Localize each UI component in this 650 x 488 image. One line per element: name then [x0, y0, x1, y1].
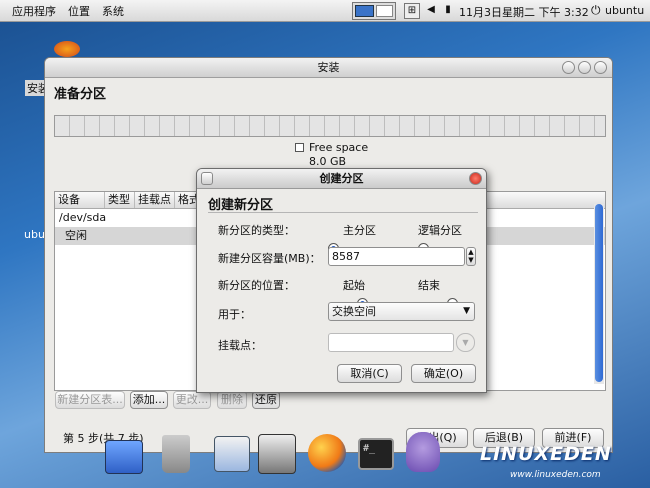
trash-icon[interactable]	[162, 435, 190, 473]
change-partition-button[interactable]: 更改...	[173, 391, 211, 409]
minimize-icon[interactable]	[562, 61, 575, 74]
apps-grid-icon[interactable]	[105, 440, 143, 474]
col-mount[interactable]: 挂载点	[135, 192, 175, 208]
menu-system[interactable]: 系统	[96, 3, 130, 19]
terminal-icon[interactable]: #_	[358, 438, 394, 470]
dialog-heading: 创建新分区	[208, 198, 274, 213]
free-space-label: Free space	[309, 141, 369, 154]
dialog-titlebar[interactable]: 创建分区	[197, 169, 486, 189]
create-partition-dialog: 创建分区 创建新分区 新分区的类型： 主分区 逻辑分区 新建分区容量(MB)： …	[196, 168, 487, 393]
user-name[interactable]: ubuntu	[605, 4, 644, 17]
free-space-size: 8.0 GB	[309, 155, 347, 168]
table-scrollbar[interactable]	[594, 204, 604, 384]
menu-applications[interactable]: 应用程序	[6, 3, 62, 19]
clock[interactable]: 11月3日星期二 下午 3:32	[459, 4, 589, 20]
dialog-close-icon[interactable]	[469, 172, 482, 185]
delete-partition-button[interactable]: 删除	[217, 391, 247, 409]
mount-dropdown-icon[interactable]: ▼	[456, 333, 475, 352]
pos-begin-label[interactable]: 起始	[343, 277, 365, 293]
position-label: 新分区的位置：	[218, 279, 295, 292]
revert-button[interactable]: 还原	[252, 391, 280, 409]
battery-icon[interactable]: ▮	[440, 3, 456, 19]
type-primary-label[interactable]: 主分区	[343, 222, 376, 238]
page-heading: 准备分区	[54, 87, 107, 102]
ok-button[interactable]: 确定(O)	[411, 364, 476, 383]
close-icon[interactable]	[594, 61, 607, 74]
workspace-1[interactable]	[355, 5, 374, 17]
size-input[interactable]: 8587	[328, 247, 465, 266]
installer-title: 安装	[317, 61, 340, 74]
installer-titlebar[interactable]: 安装	[45, 58, 612, 78]
volume-icon[interactable]: ◀	[423, 3, 439, 19]
menu-places[interactable]: 位置	[62, 3, 96, 19]
type-logical-label[interactable]: 逻辑分区	[418, 222, 462, 238]
mount-input[interactable]	[328, 333, 454, 352]
use-select-value: 交换空间	[332, 305, 376, 318]
use-label: 用于：	[218, 308, 251, 321]
mount-label: 挂载点：	[218, 339, 262, 352]
add-partition-button[interactable]: 添加...	[130, 391, 168, 409]
pos-end-label[interactable]: 结束	[418, 277, 440, 293]
linuxeden-url: www.linuxeden.com	[510, 470, 601, 480]
dialog-menu-icon[interactable]	[201, 172, 213, 185]
size-spinner[interactable]: ▲ ▼	[466, 247, 476, 266]
col-device[interactable]: 设备	[55, 192, 105, 208]
cancel-button[interactable]: 取消(C)	[337, 364, 402, 383]
scrollbar-thumb[interactable]	[595, 204, 603, 382]
cabinet-icon[interactable]	[258, 434, 296, 474]
linuxeden-logo: LINUXEDEN	[480, 443, 612, 465]
dialog-title: 创建分区	[319, 172, 364, 185]
type-label: 新分区的类型：	[218, 224, 295, 237]
workspace-switcher[interactable]	[352, 2, 396, 20]
row-device: /dev/sda	[59, 211, 107, 224]
firefox-icon[interactable]	[308, 434, 346, 472]
new-partition-table-button[interactable]: 新建分区表...	[55, 391, 125, 409]
partition-bar	[54, 115, 606, 137]
workspace-2[interactable]	[376, 5, 393, 17]
chevron-down-icon: ▼	[463, 306, 470, 316]
dialog-heading-divider	[208, 212, 478, 213]
size-label: 新建分区容量(MB)：	[218, 252, 321, 265]
install-desktop-icon[interactable]	[54, 41, 80, 57]
col-type[interactable]: 类型	[105, 192, 135, 208]
pidgin-icon[interactable]	[406, 432, 440, 472]
network-icon[interactable]: ⊞	[404, 3, 420, 19]
file-manager-icon[interactable]	[214, 436, 250, 472]
use-select[interactable]: 交换空间 ▼	[328, 302, 475, 321]
ubuntu-desktop-label[interactable]: ubu	[24, 228, 45, 241]
free-space-color-box	[295, 143, 304, 152]
power-icon[interactable]: ⏻	[591, 3, 601, 18]
row-device: 空闲	[65, 229, 87, 242]
maximize-icon[interactable]	[578, 61, 591, 74]
